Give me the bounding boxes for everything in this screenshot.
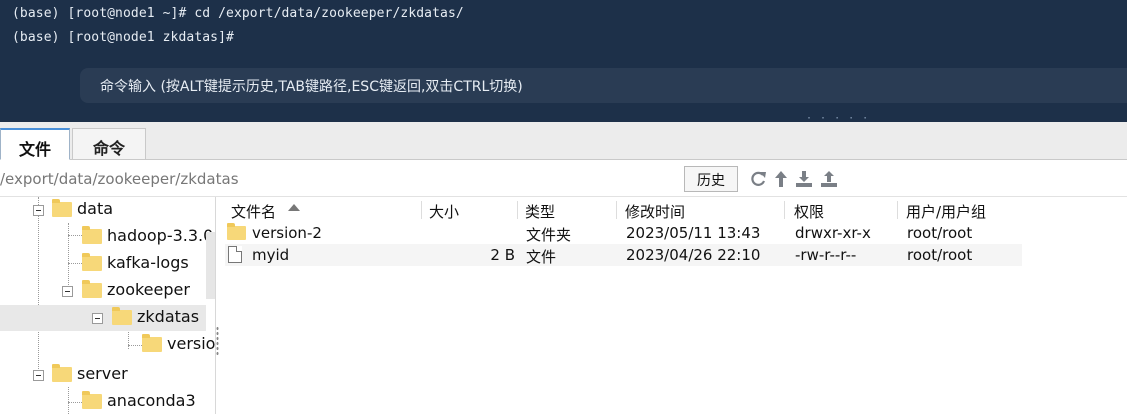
up-arrow-icon[interactable]	[771, 169, 791, 189]
terminal-prompt: (base) [root@node1 zkdatas]#	[12, 30, 234, 45]
tree-item-kafka-logs[interactable]: kafka-logs	[0, 251, 206, 277]
refresh-icon[interactable]	[748, 169, 768, 189]
folder-icon	[82, 280, 102, 298]
panel-splitter[interactable]	[216, 197, 220, 414]
tree-item-hadoop[interactable]: hadoop-3.3.0	[0, 224, 213, 250]
file-type: 文件	[526, 248, 557, 266]
file-permissions: -rw-r--r--	[795, 246, 857, 264]
directory-tree[interactable]: data hadoop-3.3.0 kafka-logs zookeeper z…	[0, 197, 216, 414]
terminal-panel[interactable]: (base) [root@node1 ~]# cd /export/data/z…	[0, 0, 1127, 124]
column-header-permissions[interactable]: 权限	[794, 201, 824, 222]
path-bar: 历史	[0, 160, 1127, 197]
file-icon	[228, 246, 242, 263]
tree-item-label: kafka-logs	[107, 253, 189, 272]
tab-commands[interactable]: 命令	[72, 128, 146, 160]
file-size: 2 B	[490, 246, 515, 264]
tab-files[interactable]: 文件	[0, 128, 70, 160]
path-input[interactable]	[0, 166, 680, 190]
history-button[interactable]: 历史	[684, 166, 738, 192]
sort-ascending-icon	[288, 204, 300, 211]
column-divider[interactable]	[517, 201, 518, 219]
tree-item-label: zkdatas	[137, 307, 200, 326]
tree-item-data[interactable]: data	[0, 197, 206, 223]
column-divider[interactable]	[616, 201, 617, 219]
collapse-icon[interactable]	[92, 313, 103, 324]
column-divider[interactable]	[897, 201, 898, 219]
folder-icon	[52, 199, 72, 217]
folder-icon	[82, 226, 102, 244]
table-row[interactable]: version-2 文件夹 2023/05/11 13:43 drwxr-xr-…	[225, 222, 1022, 244]
tree-item-zkdatas[interactable]: zkdatas	[0, 305, 206, 331]
folder-icon	[52, 364, 72, 382]
file-modified: 2023/04/26 22:10	[626, 246, 761, 264]
tree-scrollbar[interactable]	[206, 232, 215, 299]
download-icon[interactable]	[794, 169, 814, 189]
file-modified: 2023/05/11 13:43	[626, 224, 761, 242]
column-header-type[interactable]: 类型	[525, 201, 555, 222]
column-header-owner[interactable]: 用户/用户组	[906, 201, 986, 222]
terminal-line: (base) [root@node1 ~]# cd /export/data/z…	[12, 6, 464, 21]
folder-icon	[82, 253, 102, 271]
collapse-icon[interactable]	[62, 286, 73, 297]
file-type: 文件夹	[526, 226, 572, 244]
tree-item-version-2[interactable]: version-2	[0, 332, 215, 358]
column-header-modified[interactable]: 修改时间	[625, 201, 685, 222]
tree-item-zookeeper[interactable]: zookeeper	[0, 278, 206, 304]
tree-item-label: zookeeper	[107, 280, 190, 299]
folder-icon	[227, 223, 246, 240]
column-divider[interactable]	[784, 201, 785, 219]
tree-item-server[interactable]: server	[0, 362, 206, 388]
file-permissions: drwxr-xr-x	[795, 224, 871, 242]
collapse-icon[interactable]	[33, 205, 44, 216]
tree-item-label: server	[77, 364, 128, 383]
folder-icon	[82, 391, 102, 409]
tree-item-anaconda3[interactable]: anaconda3	[0, 389, 206, 414]
file-name: myid	[252, 246, 290, 264]
tree-item-label: hadoop-3.3.0	[107, 226, 214, 245]
tree-item-label: anaconda3	[107, 391, 196, 410]
table-row[interactable]: myid 2 B 文件 2023/04/26 22:10 -rw-r--r-- …	[225, 244, 1022, 266]
file-name: version-2	[252, 224, 322, 242]
tree-item-label: data	[77, 199, 114, 218]
column-divider[interactable]	[421, 201, 422, 219]
file-list[interactable]: 文件名 大小 类型 修改时间 权限 用户/用户组 version-2 文件夹 2…	[221, 197, 1127, 414]
column-header-size[interactable]: 大小	[429, 201, 459, 222]
tab-bar: 文件 命令	[0, 122, 1127, 160]
collapse-icon[interactable]	[33, 370, 44, 381]
splitter-grip[interactable]	[216, 326, 219, 356]
command-input[interactable]: 命令输入 (按ALT键提示历史,TAB键路径,ESC键返回,双击CTRL切换)	[80, 68, 1127, 103]
file-owner: root/root	[907, 224, 973, 242]
tree-item-label: version-2	[167, 334, 216, 353]
file-owner: root/root	[907, 246, 973, 264]
folder-icon	[142, 334, 162, 352]
folder-icon	[112, 307, 132, 325]
upload-icon[interactable]	[819, 169, 839, 189]
column-header-name[interactable]: 文件名	[231, 201, 276, 222]
